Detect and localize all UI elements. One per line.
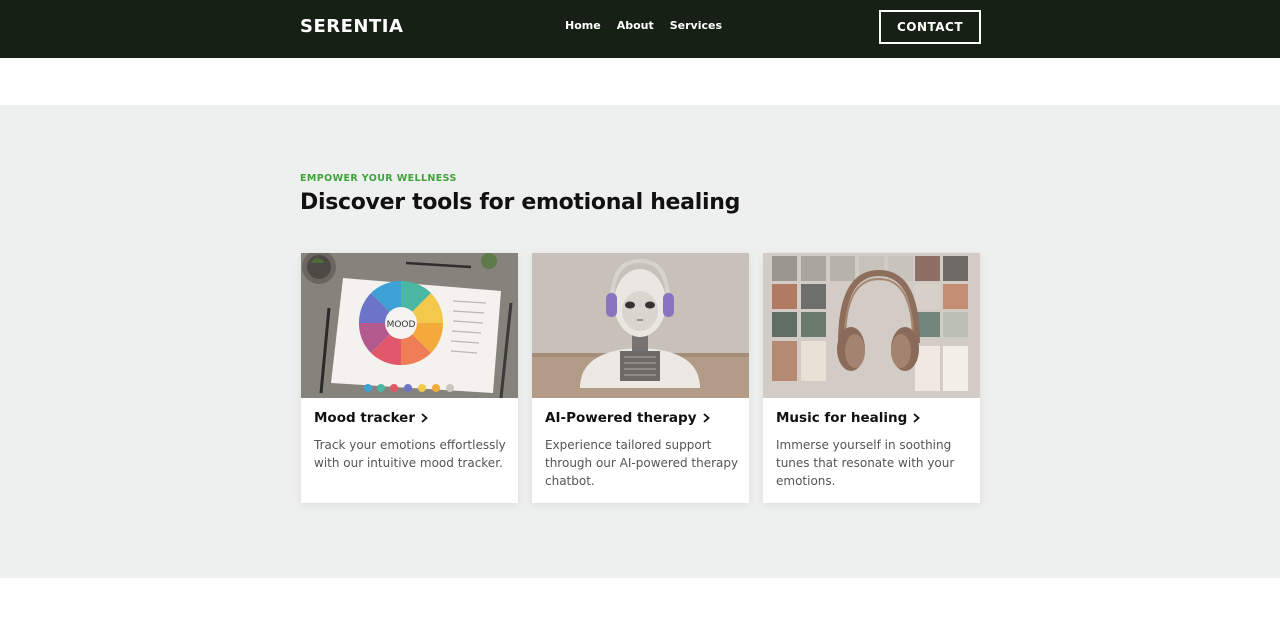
card-ai-therapy[interactable]: AI-Powered therapy Experience tailored s… [532,253,749,503]
card-title-music-healing[interactable]: Music for healing [776,410,921,426]
section-heading: Discover tools for emotional healing [300,190,741,215]
card-title-text: Music for healing [776,410,908,426]
card-music-healing[interactable]: Music for healing Immerse yourself in so… [763,253,980,503]
contact-button[interactable]: CONTACT [879,10,981,44]
card-title-text: AI-Powered therapy [545,410,697,426]
card-title-mood-tracker[interactable]: Mood tracker [314,410,429,426]
card-title-text: Mood tracker [314,410,415,426]
card-description: Immerse yourself in soothing tunes that … [776,438,955,488]
brand-logo[interactable]: SERENTIA [300,16,403,37]
tools-section: EMPOWER YOUR WELLNESS Discover tools for… [0,105,1280,578]
card-description: Track your emotions effortlessly with ou… [314,438,506,470]
mood-tracker-image: MOOD [301,253,518,398]
nav-link-about[interactable]: About [617,19,654,32]
robot-image [532,253,749,398]
nav-link-home[interactable]: Home [565,19,601,32]
chevron-right-icon [913,413,921,423]
mood-wheel-label: MOOD [387,320,416,330]
top-navbar: SERENTIA Home About Services CONTACT [0,0,1280,58]
card-description: Experience tailored support through our … [545,438,739,488]
card-mood-tracker[interactable]: MOOD Mood tracker Track your emotions ef… [301,253,518,503]
card-title-ai-therapy[interactable]: AI-Powered therapy [545,410,711,426]
chevron-right-icon [421,413,428,423]
chevron-right-icon [702,413,710,423]
nav-link-services[interactable]: Services [670,19,722,32]
headphones-image [763,253,980,398]
section-eyebrow: EMPOWER YOUR WELLNESS [300,173,457,184]
main-nav: Home About Services [565,19,722,32]
